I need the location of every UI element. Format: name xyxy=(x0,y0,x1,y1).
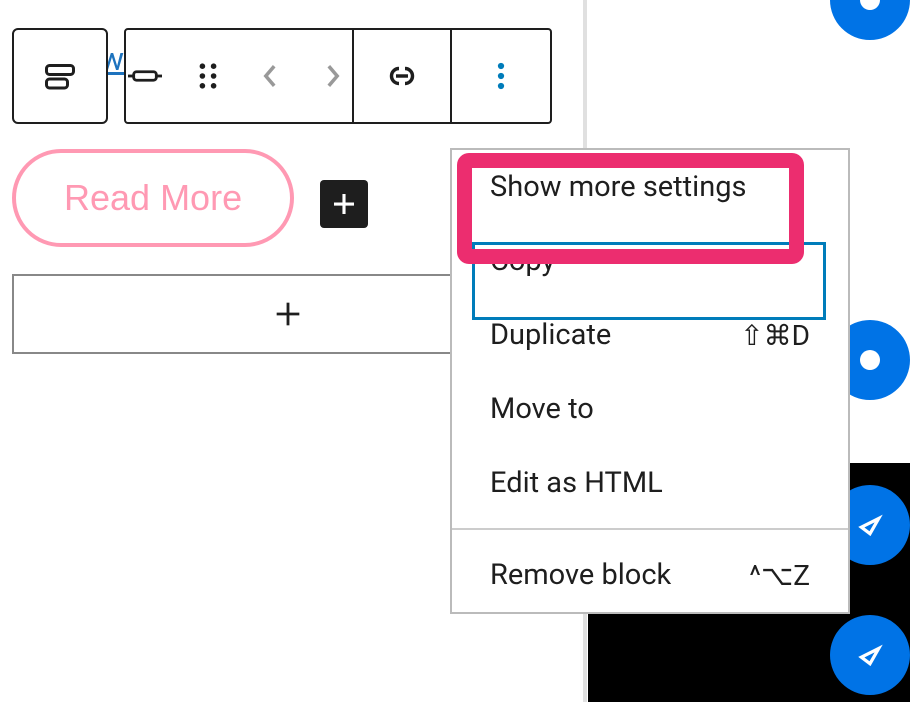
sidebar-action-badge[interactable] xyxy=(830,615,910,695)
sidebar-action-badge[interactable] xyxy=(830,0,910,40)
menu-item-label: Show more settings xyxy=(490,170,746,204)
menu-item-remove-block[interactable]: Remove block ^⌥Z xyxy=(452,528,848,612)
plus-icon xyxy=(271,297,305,331)
drag-handle-icon[interactable] xyxy=(189,52,228,100)
toolbar-section-more xyxy=(452,30,550,122)
read-more-button[interactable]: Read More xyxy=(12,149,294,247)
more-options-button[interactable] xyxy=(477,52,525,100)
menu-item-shortcut: ⇧⌘D xyxy=(740,319,810,352)
block-toolbar xyxy=(124,28,552,124)
block-options-dropdown: Show more settings Copy Duplicate ⇧⌘D Mo… xyxy=(450,148,850,614)
move-up-button[interactable] xyxy=(251,52,290,100)
menu-item-label: Copy xyxy=(490,244,555,278)
menu-item-edit-as-html[interactable]: Edit as HTML xyxy=(452,446,848,520)
menu-item-label: Move to xyxy=(490,392,594,426)
move-down-button[interactable] xyxy=(314,52,353,100)
menu-item-duplicate[interactable]: Duplicate ⇧⌘D xyxy=(452,298,848,372)
toolbar-section-controls xyxy=(126,30,354,122)
toolbar-section-link xyxy=(354,30,452,122)
add-block-inline-button[interactable] xyxy=(320,180,368,228)
menu-item-move-to[interactable]: Move to xyxy=(452,372,848,446)
justify-button[interactable] xyxy=(126,52,165,100)
menu-item-copy[interactable]: Copy xyxy=(452,224,848,298)
menu-item-show-more-settings[interactable]: Show more settings xyxy=(452,150,848,224)
block-parent-selector[interactable] xyxy=(12,28,108,124)
menu-item-label: Edit as HTML xyxy=(490,466,663,500)
link-button[interactable] xyxy=(378,52,426,100)
menu-item-shortcut: ^⌥Z xyxy=(749,559,810,592)
menu-item-label: Remove block xyxy=(490,558,671,592)
buttons-block-icon xyxy=(42,58,78,94)
menu-item-label: Duplicate xyxy=(490,318,611,352)
